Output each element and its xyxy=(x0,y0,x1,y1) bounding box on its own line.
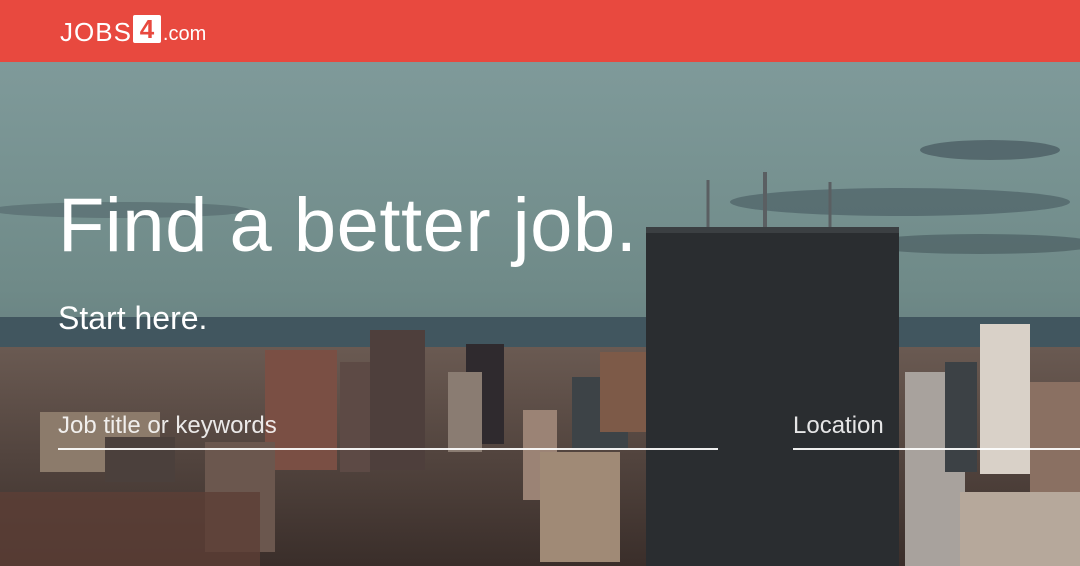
logo-four-text: 4 xyxy=(139,14,155,44)
logo-jobs-text: JOBS xyxy=(60,17,132,47)
site-header: JOBS 4 .com xyxy=(0,0,1080,62)
job-keywords-input[interactable] xyxy=(58,404,718,450)
logo-four-badge: 4 xyxy=(132,14,161,44)
site-logo[interactable]: JOBS 4 .com xyxy=(60,14,207,47)
hero-headline: Find a better job. xyxy=(58,183,638,268)
location-input[interactable] xyxy=(793,404,1080,450)
hero-subheadline: Start here. xyxy=(58,300,208,336)
logo-domain-text: .com xyxy=(162,23,207,45)
